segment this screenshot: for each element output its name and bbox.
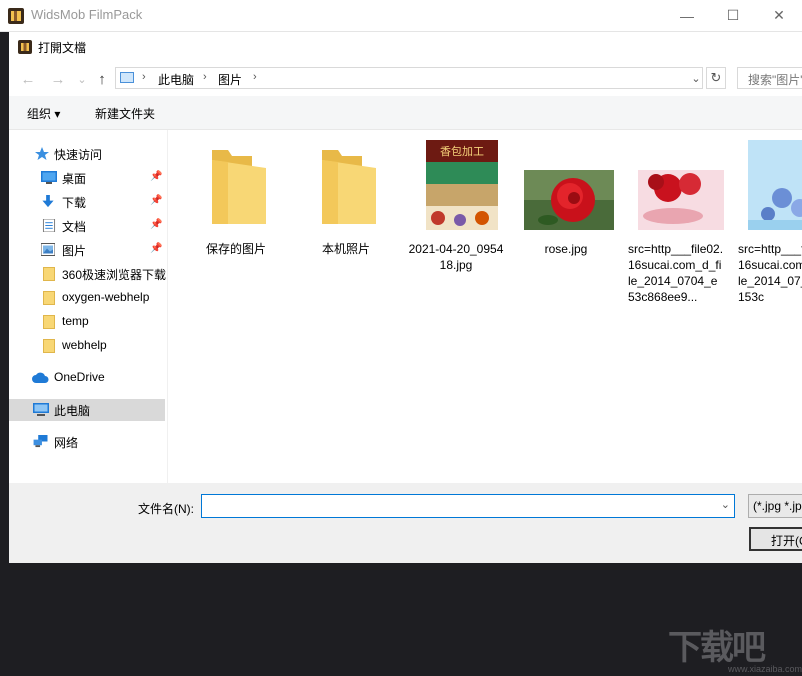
computer-icon (33, 403, 49, 416)
cloud-icon (32, 372, 49, 383)
sidebar-item-network[interactable]: 网络 (9, 431, 167, 453)
sidebar-item-downloads[interactable]: 下载 📌 (9, 191, 167, 213)
computer-icon (120, 72, 134, 83)
sidebar-item-desktop[interactable]: 桌面 📌 (9, 167, 167, 189)
file-name: src=http___file02.16sucai.com_d_file_201… (738, 242, 802, 304)
new-folder-button[interactable]: 新建文件夹 (95, 105, 155, 122)
file-name: rose.jpg (544, 242, 588, 256)
dialog-app-icon (18, 40, 32, 54)
app-title: WidsMob FilmPack (31, 7, 143, 22)
sidebar-item-label: 快速访问 (54, 148, 103, 162)
recent-locations-dropdown-icon[interactable]: ⌄ (72, 69, 92, 89)
sidebar-item-this-pc[interactable]: 此电脑 (9, 399, 165, 421)
pin-icon: 📌 (150, 243, 163, 254)
sidebar-item-documents[interactable]: 文档 📌 (9, 215, 167, 237)
folder-icon (322, 150, 376, 224)
pictures-icon (41, 243, 55, 256)
pin-icon: 📌 (150, 171, 163, 182)
open-button[interactable]: 打开(O) (749, 527, 802, 551)
app-title-bar: WidsMob FilmPack — ☐ ✕ (0, 0, 802, 32)
open-file-dialog: 打開文檔 ← → ⌄ ↑ › 此电脑 › 图片 › ⌄ ↻ 搜索"图片" 组织 … (9, 32, 802, 563)
breadcrumb-this-pc[interactable]: 此电脑 (158, 71, 194, 88)
image-thumbnail: 香包加工 (426, 140, 498, 230)
thumbnail-text: 香包加工 (440, 145, 484, 158)
sidebar-item-label: 文档 (62, 220, 87, 234)
file-name: 2021-04-20_095418.jpg (408, 242, 504, 272)
folder-icon (43, 291, 55, 305)
download-icon (42, 195, 54, 208)
app-logo-icon (8, 8, 24, 24)
dialog-title-bar: 打開文檔 (9, 32, 802, 60)
image-thumbnail (638, 170, 724, 230)
sidebar-item-folder-temp[interactable]: temp (9, 311, 167, 333)
network-icon (33, 435, 48, 448)
sidebar-item-folder-webhelp[interactable]: webhelp (9, 335, 167, 357)
sidebar-item-label: oxygen-webhelp (62, 290, 150, 304)
document-icon (42, 219, 56, 232)
search-input[interactable]: 搜索"图片" (737, 67, 802, 89)
sidebar-item-label: 360极速浏览器下载 (62, 268, 167, 282)
sidebar-item-onedrive[interactable]: OneDrive (9, 367, 167, 389)
dialog-footer: 文件名(N): ⌄ (*.jpg *.jp 打开(O) (9, 483, 802, 563)
sidebar-item-folder-360-downloads[interactable]: 360极速浏览器下载 (9, 263, 167, 285)
star-icon (35, 147, 49, 160)
sidebar-item-label: temp (62, 314, 89, 328)
minimize-button[interactable]: — (664, 0, 710, 31)
navigation-bar: ← → ⌄ ↑ › 此电脑 › 图片 › ⌄ ↻ 搜索"图片" (9, 62, 802, 94)
breadcrumb-separator: › (203, 71, 207, 83)
organize-menu-button[interactable]: 组织 ▾ (27, 105, 60, 122)
sidebar-item-label: OneDrive (54, 370, 105, 384)
up-folder-icon[interactable]: ↑ (92, 69, 112, 89)
dialog-title: 打開文檔 (38, 41, 87, 55)
watermark-url: www.xiazaiba.com (728, 664, 802, 674)
folder-icon (43, 315, 55, 329)
breadcrumb-separator: › (253, 71, 257, 83)
address-bar[interactable]: › 此电脑 › 图片 › (115, 67, 703, 89)
close-button[interactable]: ✕ (756, 0, 802, 31)
back-arrow-icon[interactable]: ← (18, 69, 38, 89)
filename-input[interactable]: ⌄ (201, 494, 735, 518)
chevron-down-icon[interactable]: ⌄ (721, 498, 730, 511)
watermark-logo: 下载吧 (668, 628, 766, 668)
address-dropdown-icon[interactable]: ⌄ (687, 67, 705, 89)
sidebar-item-label: 下载 (62, 196, 87, 210)
folder-icon (212, 150, 266, 224)
file-name: 本机照片 (321, 242, 370, 256)
navigation-pane: 快速访问 桌面 📌 下载 📌 文档 📌 图片 📌 360极速浏览器下载 oxyg… (9, 130, 168, 483)
file-type-filter[interactable]: (*.jpg *.jp (748, 494, 802, 518)
file-name: src=http___file02.16sucai.com_d_file_201… (628, 242, 724, 304)
sidebar-item-folder-oxygen-webhelp[interactable]: oxygen-webhelp (9, 287, 167, 309)
sidebar-item-label: 此电脑 (54, 404, 91, 418)
breadcrumb-pictures[interactable]: 图片 (218, 71, 242, 88)
forward-arrow-icon[interactable]: → (48, 69, 68, 89)
desktop-icon (41, 171, 57, 184)
folder-icon (43, 339, 55, 353)
sidebar-item-label: 图片 (62, 244, 87, 258)
maximize-button[interactable]: ☐ (710, 0, 756, 31)
refresh-button[interactable]: ↻ (706, 67, 726, 89)
sidebar-item-label: webhelp (62, 338, 107, 352)
sidebar-item-label: 桌面 (62, 172, 87, 186)
sidebar-item-label: 网络 (54, 436, 79, 450)
sidebar-item-quick-access[interactable]: 快速访问 (9, 143, 167, 165)
file-name: 保存的图片 (205, 242, 266, 256)
breadcrumb-separator: › (142, 71, 146, 83)
sidebar-item-pictures[interactable]: 图片 📌 (9, 239, 167, 261)
file-list-view[interactable]: 保存的图片 本机照片 香包加工 2021-04-20_095418.jpg ro… (168, 130, 802, 483)
dialog-toolbar: 组织 ▾ 新建文件夹 (9, 96, 802, 130)
pin-icon: 📌 (150, 195, 163, 206)
image-thumbnail (524, 170, 614, 230)
image-thumbnail (748, 140, 802, 230)
folder-icon (43, 267, 55, 281)
pin-icon: 📌 (150, 219, 163, 230)
filename-label: 文件名(N): (138, 502, 194, 516)
